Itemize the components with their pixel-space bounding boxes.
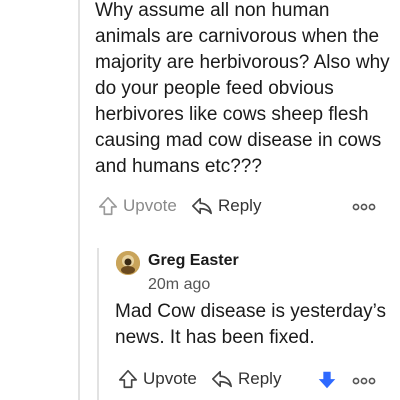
reply-reply-label: Reply bbox=[238, 369, 282, 388]
avatar-image bbox=[116, 251, 140, 275]
reply-button[interactable]: Reply bbox=[190, 195, 261, 217]
thread-line-outer bbox=[78, 0, 80, 400]
reply-timestamp: 20m ago bbox=[148, 276, 211, 293]
reply-reply-button[interactable]: Reply bbox=[210, 368, 281, 390]
reply-upvote-label: Upvote bbox=[143, 369, 197, 388]
upvote-label: Upvote bbox=[123, 196, 177, 215]
upvote-button[interactable]: Upvote bbox=[97, 195, 177, 217]
reply-body: Mad Cow disease is yesterday’s news. It … bbox=[115, 301, 387, 348]
comment-body: Why assume all non human animals are car… bbox=[95, 0, 390, 177]
more-options-icon bbox=[352, 200, 376, 217]
reply-author-name[interactable]: Greg Easter bbox=[148, 252, 239, 270]
downvote-icon bbox=[316, 369, 338, 391]
downvote-button[interactable] bbox=[316, 369, 338, 391]
avatar[interactable] bbox=[116, 251, 140, 275]
reply-upvote-button[interactable]: Upvote bbox=[117, 368, 197, 390]
upvote-icon bbox=[117, 368, 139, 390]
reply-icon bbox=[190, 195, 214, 217]
more-options-icon bbox=[352, 374, 376, 391]
reply-icon bbox=[210, 368, 234, 390]
thread-line-inner bbox=[97, 248, 99, 400]
reply-label: Reply bbox=[218, 196, 262, 215]
upvote-icon bbox=[97, 195, 119, 217]
reply-more-options-button[interactable] bbox=[352, 374, 376, 392]
more-options-button[interactable] bbox=[352, 200, 376, 218]
